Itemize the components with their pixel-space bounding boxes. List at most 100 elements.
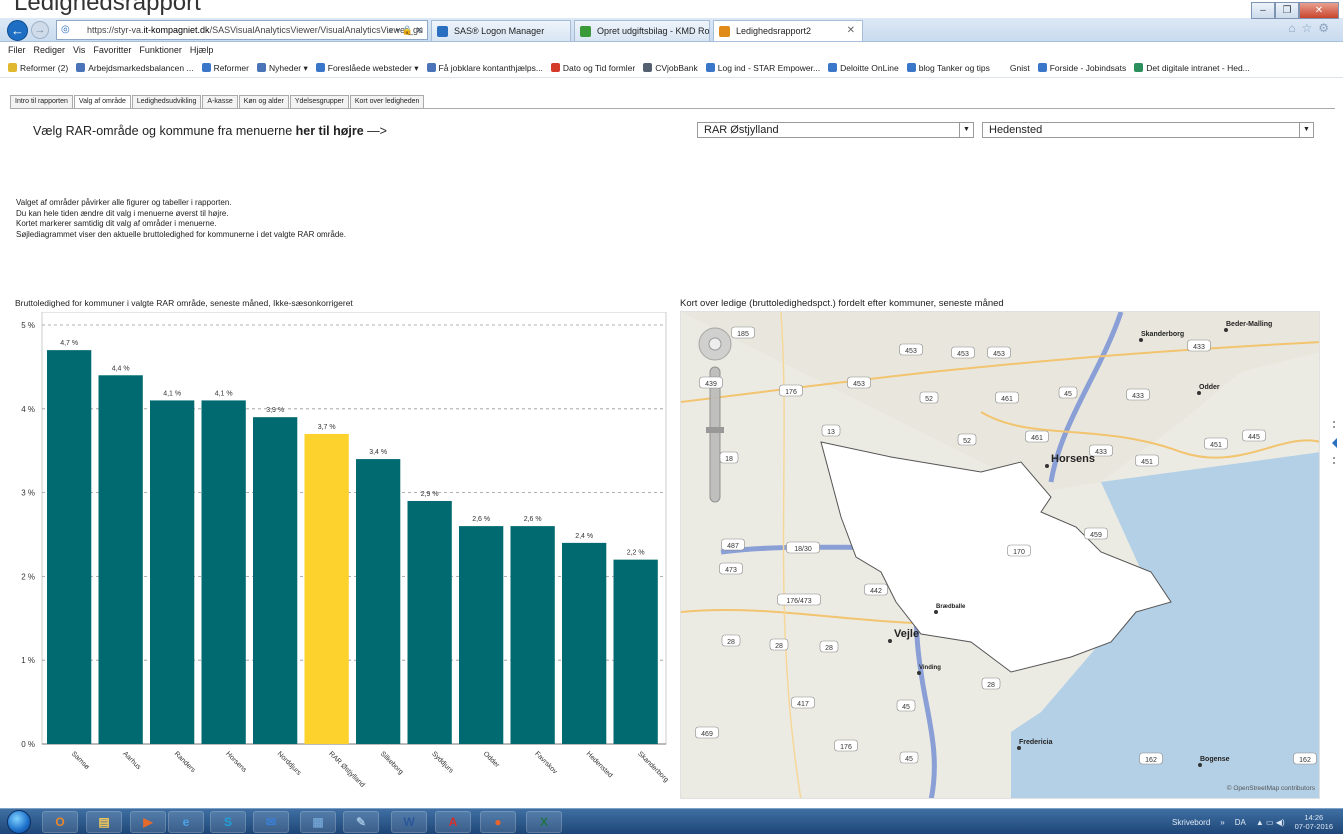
favorites-bar: Reformer (2) Arbejdsmarkedsbalancen ... Re… [0, 58, 1343, 78]
favorite-label: Arbejdsmarkedsbalancen ... [88, 63, 194, 73]
menu-item-0[interactable]: Filer [8, 45, 26, 55]
favorite-label: Foreslåede websteder ▾ [327, 63, 419, 73]
taskbar-app-icon[interactable]: A [435, 811, 471, 833]
taskbar-app-icon[interactable]: O [42, 811, 78, 833]
report-tab-3[interactable]: A-kasse [202, 95, 238, 109]
maximize-button[interactable]: ❐ [1275, 2, 1299, 19]
favorite-link[interactable]: Nyheder ▾ [257, 58, 308, 77]
x-tick-label: Norddjurs [276, 750, 303, 777]
road-label: 28 [987, 682, 995, 689]
report-tab-1[interactable]: Valg af område [73, 95, 131, 109]
browser-tab-kmd[interactable]: Opret udgiftsbilag - KMD Roll... [574, 20, 710, 41]
taskbar-app-icon[interactable]: ✎ [343, 811, 379, 833]
taskbar-app-icon[interactable]: X [526, 811, 562, 833]
pan-center[interactable] [708, 337, 722, 351]
close-window-button[interactable]: ✕ [1299, 2, 1339, 19]
browser-tab-ledighedsrapport[interactable]: Ledighedsrapport2 ✕ [713, 20, 863, 41]
bar [356, 459, 401, 744]
map-canvas[interactable]: 185 453 453 453 433 439 176 453 52 461 45 433 13 52 46… [681, 312, 1320, 799]
report-tab-0[interactable]: Intro til rapporten [10, 95, 73, 109]
favorite-label: Få jobklare kontanthjælps... [438, 63, 543, 73]
favorite-link[interactable]: CVjobBank [643, 58, 698, 77]
address-bar[interactable]: ◎ https://styr-va.it-kompagniet.dk/SASVis… [56, 20, 428, 40]
zoom-handle[interactable] [706, 427, 724, 433]
close-tab-icon[interactable]: ✕ [847, 21, 855, 41]
taskbar-app-icon[interactable]: S [210, 811, 246, 833]
favorite-icon [201, 63, 211, 72]
favorite-label: Nyheder ▾ [269, 63, 308, 73]
browser-tab-sas-logon[interactable]: SAS® Logon Manager [431, 20, 571, 41]
forward-button[interactable]: → [31, 21, 49, 39]
y-tick-label: 1 % [21, 656, 35, 665]
taskbar-app-icon[interactable]: ✉ [253, 811, 289, 833]
bar-chart: 0 % 1 % 2 % 3 % 4 % 5 % 4,7 % Samsø 4,4 % Aarhus 4… [21, 312, 668, 789]
favorite-link[interactable]: Log ind - STAR Empower... [705, 58, 820, 77]
volume-icon[interactable]: ▲ ▭ ◀) [1256, 818, 1285, 827]
favorite-link[interactable]: Forside - Jobindsats [1037, 58, 1126, 77]
road-label: 45 [905, 756, 913, 763]
page-icon: ◎ [61, 24, 70, 35]
menu-item-5[interactable]: Hjælp [190, 45, 214, 55]
favorite-link[interactable]: Foreslåede websteder ▾ [315, 58, 419, 77]
menu-item-4[interactable]: Funktioner [139, 45, 182, 55]
search-icon[interactable]: ⌕ ▾ 🔒 ✕ [388, 21, 423, 39]
place-dot [917, 671, 921, 675]
kommune-select[interactable]: Hedensted ▼ [982, 122, 1314, 138]
taskbar-app-icon[interactable]: ▤ [86, 811, 122, 833]
taskbar-app-icon[interactable]: W [391, 811, 427, 833]
show-desktop-label[interactable]: Skrivebord [1172, 818, 1210, 827]
menu-item-1[interactable]: Rediger [34, 45, 66, 55]
bar-value-label: 2,6 % [472, 516, 490, 523]
tab-icon [580, 26, 591, 37]
taskbar-app-icon[interactable]: ● [480, 811, 516, 833]
favorite-link[interactable]: Arbejdsmarkedsbalancen ... [76, 58, 194, 77]
road-label: 487 [727, 543, 739, 550]
menu-item-3[interactable]: Favoritter [93, 45, 131, 55]
bar-value-label: 4,1 % [215, 390, 233, 397]
clock-time: 14:26 [1304, 813, 1324, 822]
favorite-link[interactable]: Gnist [997, 58, 1030, 77]
taskbar-app-icon[interactable]: ▦ [300, 811, 336, 833]
info-line: Søjlediagrammet viser den aktuelle brutt… [16, 229, 346, 239]
favorite-link[interactable]: Reformer (2) [8, 58, 68, 77]
tab-label: Ledighedsrapport2 [736, 26, 812, 36]
clock[interactable]: 14:26 07-07-2016 [1295, 813, 1333, 831]
rar-select[interactable]: RAR Østjylland ▼ [697, 122, 974, 138]
chart-title: Bruttoledighed for kommuner i valgte RAR… [15, 298, 353, 308]
x-tick-label: RAR Østjylland [327, 750, 366, 789]
tray-chevron-icon[interactable]: » [1220, 818, 1224, 827]
tab-icon [437, 26, 448, 37]
map-panel[interactable]: 185 453 453 453 433 439 176 453 52 461 45 433 13 52 46… [680, 311, 1320, 799]
x-tick-label: Randers [173, 750, 197, 774]
favorite-link[interactable]: Få jobklare kontanthjælps... [426, 58, 543, 77]
panel-collapse-handle[interactable] [1330, 418, 1338, 468]
road-label: 433 [1193, 344, 1205, 351]
favorite-link[interactable]: Deloitte OnLine [828, 58, 899, 77]
x-tick-label: Silkeborg [379, 750, 405, 776]
report-tab-5[interactable]: Ydelsesgrupper [289, 95, 349, 109]
start-button[interactable] [7, 810, 31, 834]
report-tab-4[interactable]: Køn og alder [238, 95, 289, 109]
taskbar-app-icon[interactable]: ▶ [130, 811, 166, 833]
favorite-icon [315, 63, 325, 72]
taskbar-app-icon[interactable]: e [168, 811, 204, 833]
place-dot [1045, 464, 1049, 468]
menu-item-2[interactable]: Vis [73, 45, 85, 55]
minimize-button[interactable]: – [1251, 2, 1275, 19]
selection-prompt: Vælg RAR-område og kommune fra menuerne … [33, 124, 387, 138]
back-button[interactable]: ← [7, 20, 28, 41]
y-tick-label: 5 % [21, 321, 35, 330]
favorite-link[interactable]: Dato og Tid formler [550, 58, 635, 77]
report-tab-2[interactable]: Ledighedsudvikling [131, 95, 202, 109]
favorite-link[interactable]: blog Tanker og tips [906, 58, 990, 77]
language-indicator[interactable]: DA [1235, 818, 1246, 827]
map-credit: © OpenStreetMap contributors [1226, 785, 1315, 792]
tab-label: SAS® Logon Manager [454, 26, 545, 36]
favorite-link[interactable]: Det digitale intranet - Hed... [1134, 58, 1250, 77]
home-star-gear-icons[interactable]: ⌂☆⚙ [1288, 21, 1335, 35]
favorite-link[interactable]: Reformer [201, 58, 249, 77]
place-dot [934, 610, 938, 614]
report-tab-6[interactable]: Kort over ledigheden [349, 95, 425, 109]
road-label: 461 [1031, 435, 1043, 442]
place-label: Vinding [919, 665, 941, 671]
